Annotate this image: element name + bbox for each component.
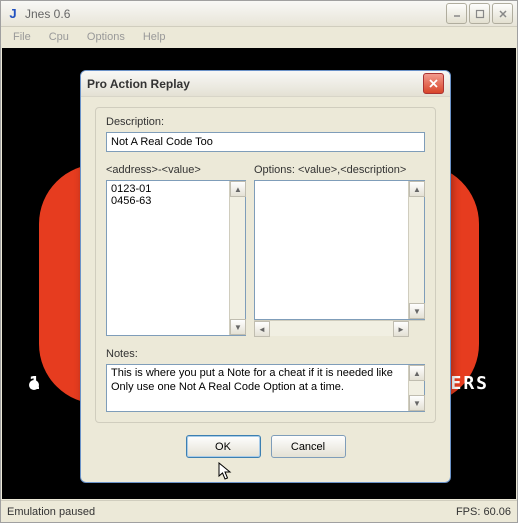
window-title: Jnes 0.6 bbox=[25, 7, 446, 21]
scroll-corner bbox=[409, 321, 425, 337]
options-vscrollbar[interactable]: ▲ ▼ bbox=[408, 181, 424, 319]
scroll-down-icon[interactable]: ▼ bbox=[409, 395, 425, 411]
menu-options[interactable]: Options bbox=[79, 29, 133, 45]
dialog-title: Pro Action Replay bbox=[87, 77, 423, 91]
description-label: Description: bbox=[106, 116, 425, 128]
close-button[interactable] bbox=[492, 3, 513, 24]
dialog-close-button[interactable] bbox=[423, 73, 444, 94]
scroll-down-icon[interactable]: ▼ bbox=[230, 319, 246, 335]
menu-cpu[interactable]: Cpu bbox=[41, 29, 77, 45]
scroll-up-icon[interactable]: ▲ bbox=[230, 181, 246, 197]
notes-label: Notes: bbox=[106, 348, 425, 360]
scroll-left-icon[interactable]: ◄ bbox=[254, 321, 270, 337]
notes-scrollbar[interactable]: ▲ ▼ bbox=[408, 365, 424, 411]
dialog-groupbox: Description: <address>-<value> 0123-01 0… bbox=[95, 107, 436, 423]
scroll-down-icon[interactable]: ▼ bbox=[409, 303, 425, 319]
options-list-content bbox=[255, 181, 408, 319]
description-input[interactable] bbox=[106, 132, 425, 152]
address-list-content: 0123-01 0456-63 bbox=[107, 181, 229, 335]
scroll-right-icon[interactable]: ► bbox=[393, 321, 409, 337]
dialog-titlebar[interactable]: Pro Action Replay bbox=[81, 71, 450, 97]
main-titlebar[interactable]: J Jnes 0.6 bbox=[1, 1, 517, 27]
dialog-body: Description: <address>-<value> 0123-01 0… bbox=[81, 97, 450, 482]
address-scrollbar[interactable]: ▲ ▼ bbox=[229, 181, 245, 335]
ok-button[interactable]: OK bbox=[186, 435, 261, 458]
address-listbox[interactable]: 0123-01 0456-63 ▲ ▼ bbox=[106, 180, 246, 336]
game-text-left: 1 bbox=[29, 373, 42, 394]
options-hscrollbar[interactable]: ◄ ► bbox=[254, 320, 425, 336]
maximize-button[interactable] bbox=[469, 3, 490, 24]
notes-content: This is where you put a Note for a cheat… bbox=[107, 365, 408, 411]
menubar: File Cpu Options Help bbox=[1, 27, 517, 47]
app-icon: J bbox=[5, 6, 21, 22]
list-item[interactable]: 0456-63 bbox=[111, 195, 225, 207]
status-right: FPS: 60.06 bbox=[456, 506, 511, 518]
menu-file[interactable]: File bbox=[5, 29, 39, 45]
list-item[interactable]: 0123-01 bbox=[111, 183, 225, 195]
options-header: Options: <value>,<description> bbox=[254, 164, 425, 176]
game-text-right: ERS bbox=[450, 373, 489, 394]
options-listbox[interactable]: ▲ ▼ bbox=[254, 180, 425, 320]
window-controls bbox=[446, 3, 513, 24]
address-header: <address>-<value> bbox=[106, 164, 246, 176]
notes-textarea[interactable]: This is where you put a Note for a cheat… bbox=[106, 364, 425, 412]
cancel-button[interactable]: Cancel bbox=[271, 435, 346, 458]
pro-action-replay-dialog: Pro Action Replay Description: <address>… bbox=[80, 70, 451, 483]
status-left: Emulation paused bbox=[7, 506, 95, 518]
scroll-up-icon[interactable]: ▲ bbox=[409, 181, 425, 197]
menu-help[interactable]: Help bbox=[135, 29, 174, 45]
scroll-up-icon[interactable]: ▲ bbox=[409, 365, 425, 381]
minimize-button[interactable] bbox=[446, 3, 467, 24]
statusbar: Emulation paused FPS: 60.06 bbox=[1, 500, 517, 522]
